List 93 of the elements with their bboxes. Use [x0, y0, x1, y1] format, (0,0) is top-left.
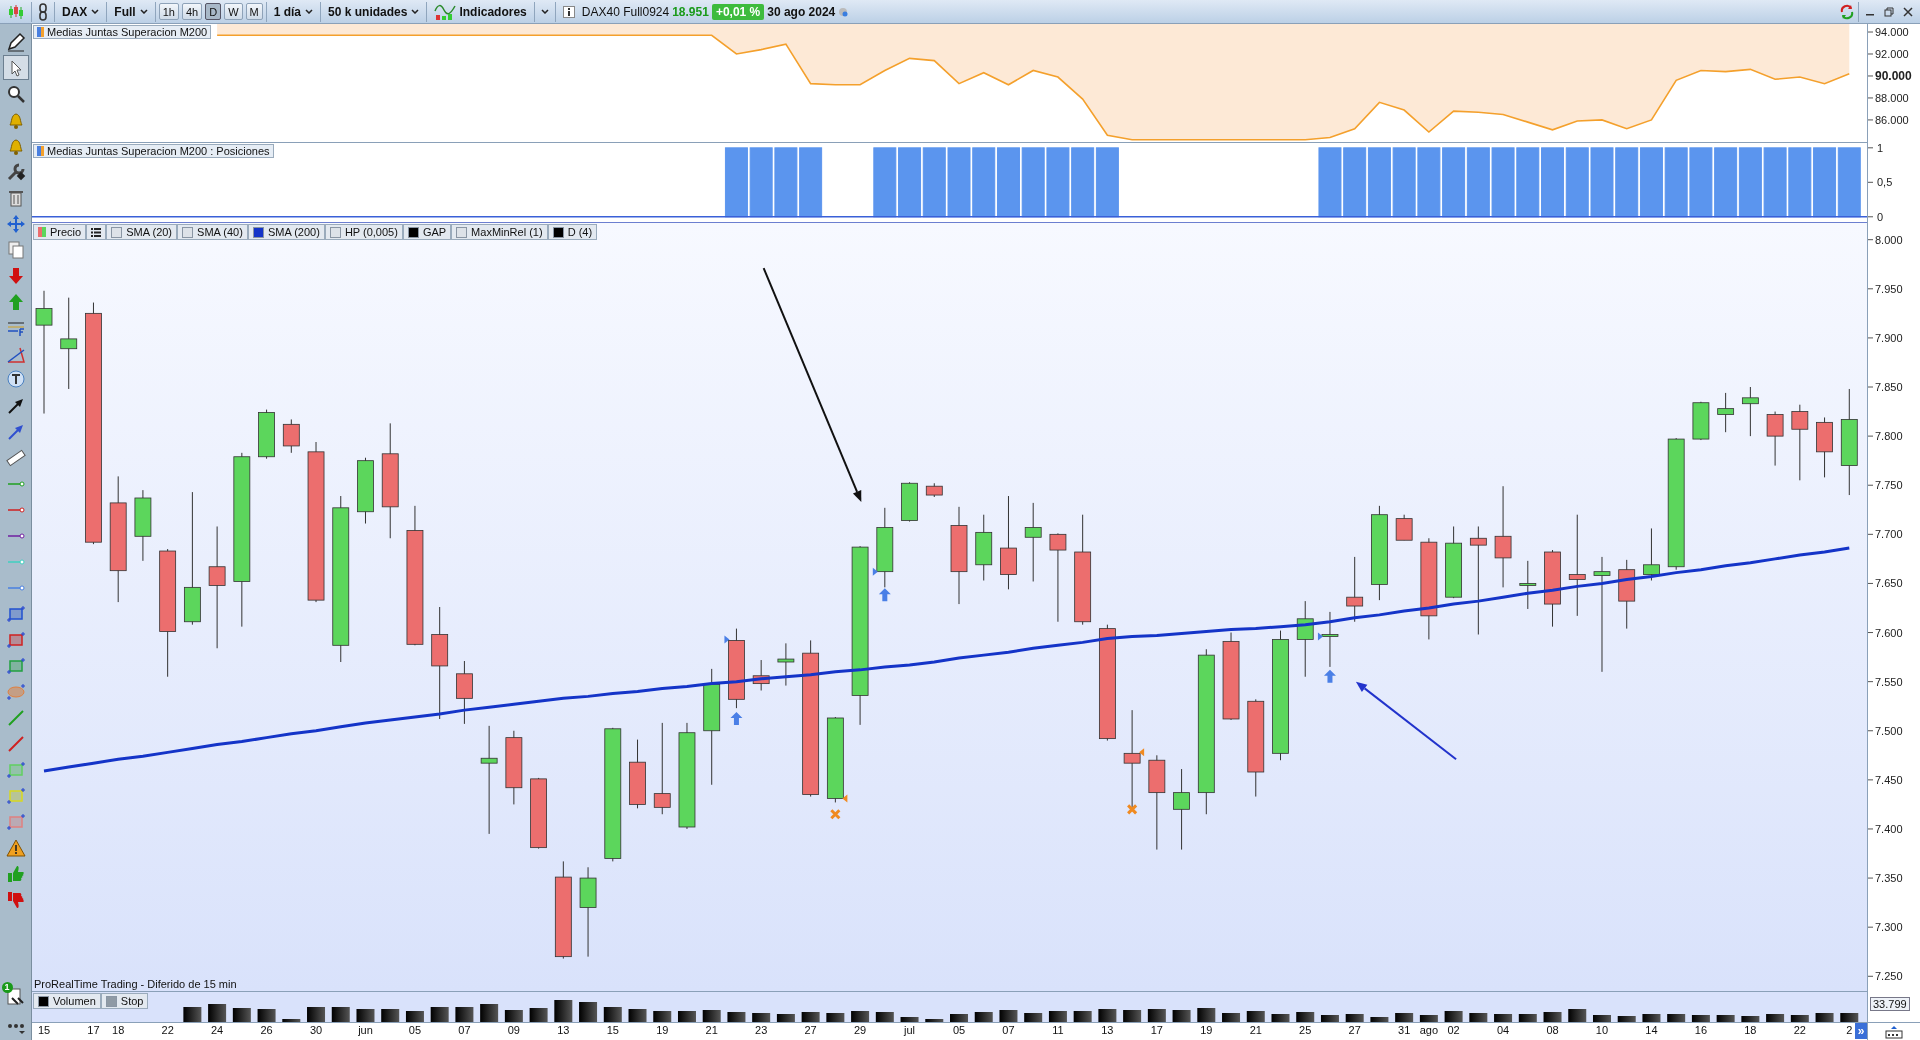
date-label: 17: [1150, 1024, 1163, 1036]
date-label: 17: [87, 1024, 100, 1036]
axis-label: 7.300: [1875, 921, 1903, 934]
axis-label: 90.000: [1875, 68, 1912, 83]
legend-item[interactable]: SMA (20): [106, 224, 178, 240]
date-label: 13: [1101, 1024, 1114, 1036]
legend-item[interactable]: MaxMinRel (1): [451, 224, 548, 240]
data-source-note: ProRealTime Trading - Diferido de 15 min: [34, 978, 237, 990]
date-label: 2: [1846, 1024, 1853, 1036]
axis-label: 7.850: [1875, 381, 1903, 393]
timeframe-button[interactable]: D: [205, 3, 222, 20]
units-dropdown[interactable]: 50 k unidades: [324, 0, 424, 23]
indicators-button[interactable]: Indicadores: [430, 0, 531, 23]
date-label: 26: [260, 1024, 273, 1036]
legend-item[interactable]: SMA (40): [177, 224, 248, 240]
legend-item[interactable]: GAP: [402, 224, 452, 240]
axis-label: 94.000: [1875, 26, 1909, 38]
axis-label: 7.750: [1875, 479, 1903, 492]
timeframe-button[interactable]: 4h: [181, 3, 203, 20]
date-label: 18: [112, 1024, 125, 1036]
axis-label: 7.650: [1875, 577, 1903, 590]
date-label: 09: [507, 1024, 520, 1036]
axis-label: 7.500: [1875, 724, 1903, 737]
axis-label: 7.550: [1875, 675, 1903, 688]
date-label: 23: [755, 1024, 768, 1036]
range-dropdown[interactable]: Full: [110, 0, 152, 23]
timeframe-button[interactable]: 1h: [158, 3, 179, 20]
date-label: jul: [904, 1024, 916, 1036]
date-label: 30: [309, 1024, 323, 1036]
axis-label: 0,5: [1877, 176, 1893, 189]
date-label: 27: [804, 1024, 817, 1036]
legend-item[interactable]: D (4): [547, 224, 598, 240]
axis-label: 7.350: [1875, 872, 1903, 885]
volume-reading: 33.799: [1870, 997, 1910, 1011]
date-label: 22: [1793, 1024, 1806, 1036]
legend-item[interactable]: Volumen: [33, 993, 101, 1009]
date-label: 08: [1546, 1024, 1559, 1036]
axis-label: 8.000: [1875, 233, 1903, 246]
date-label: 14: [1645, 1024, 1658, 1036]
instrument-dropdown[interactable]: DAX: [58, 0, 104, 23]
date-label: jun: [358, 1024, 373, 1036]
date-label: 31: [1398, 1024, 1411, 1036]
legend-item[interactable]: Precio: [33, 224, 87, 240]
date-label: 02: [1447, 1024, 1460, 1036]
change-badge: +0,01 %: [711, 3, 765, 20]
axis-label: 1: [1877, 143, 1884, 154]
date-label: 10: [1595, 1024, 1609, 1036]
date-label: 19: [1200, 1024, 1213, 1036]
date-label: 15: [37, 1024, 51, 1036]
date-label: 19: [656, 1024, 669, 1036]
date-label: 15: [606, 1024, 619, 1036]
axis-label: 86.000: [1875, 113, 1909, 126]
axis-label: 88.000: [1875, 91, 1909, 104]
axis-label: 7.800: [1875, 430, 1903, 443]
date-label: 16: [1694, 1024, 1708, 1036]
axis-label: 7.700: [1875, 528, 1903, 541]
date-label: 30 ago 2024: [767, 4, 836, 19]
axis-label: 7.450: [1875, 773, 1903, 786]
date-label: ago: [1419, 1024, 1439, 1036]
axis-label: 7.400: [1875, 822, 1903, 835]
date-label: 25: [1299, 1024, 1312, 1036]
date-label: 22: [161, 1024, 174, 1036]
date-label: 05: [952, 1024, 966, 1036]
symbol-label: DAX40 Full0924: [581, 4, 670, 19]
axis-label: 7.250: [1875, 970, 1903, 983]
date-label: 29: [853, 1024, 867, 1036]
legend-item[interactable]: SMA (200): [247, 224, 325, 240]
panel-title[interactable]: Medias Juntas Superacion M200 : Posiciones: [33, 144, 274, 158]
legend-item[interactable]: HP (0,005): [324, 224, 403, 240]
timeframe-button[interactable]: M: [245, 3, 263, 20]
panel-title[interactable]: Medias Juntas Superacion M200: [33, 25, 212, 39]
axis-label: 7.950: [1875, 282, 1903, 295]
axis-label: 92.000: [1875, 48, 1909, 60]
date-label: 21: [705, 1024, 718, 1036]
date-label: 05: [408, 1024, 422, 1036]
date-label: 04: [1496, 1024, 1510, 1036]
date-label: 18: [1744, 1024, 1757, 1036]
timeframe-button[interactable]: W: [224, 3, 243, 20]
date-label: 11: [1052, 1024, 1064, 1036]
axis-label: 7.900: [1875, 331, 1903, 344]
date-label: 07: [458, 1024, 471, 1036]
axis-label: 7.600: [1875, 626, 1903, 639]
date-label: 27: [1348, 1024, 1361, 1036]
date-label: 13: [557, 1024, 570, 1036]
scroll-right-button[interactable]: »: [1855, 1023, 1867, 1039]
legend-item[interactable]: Stop: [100, 993, 149, 1009]
last-price: 18.951: [672, 4, 709, 19]
date-label: 24: [211, 1024, 224, 1036]
notification-badge: 1: [1, 982, 13, 993]
date-label: 21: [1249, 1024, 1262, 1036]
date-label: 07: [1002, 1024, 1015, 1036]
interval-dropdown[interactable]: 1 día: [269, 0, 318, 23]
axis-label: 0: [1877, 210, 1884, 223]
